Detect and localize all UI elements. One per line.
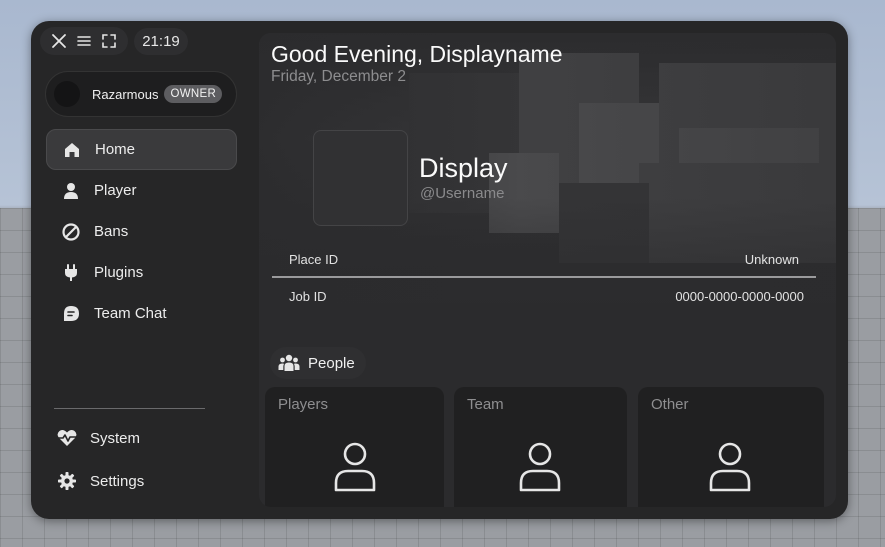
nav-item-label: Player — [94, 182, 137, 199]
nav-item-player[interactable]: Player — [46, 170, 237, 211]
place-id-label: Place ID — [289, 251, 339, 267]
ban-icon — [60, 221, 82, 243]
place-id-value: Unknown — [744, 251, 799, 267]
nav-item-label: Team Chat — [94, 305, 167, 322]
nav-item-home[interactable]: Home — [46, 129, 237, 170]
person-outline-icon — [519, 442, 561, 492]
nav-item-label: Home — [95, 141, 136, 158]
nav-item-label: Bans — [94, 223, 129, 240]
nav-item-bans[interactable]: Bans — [46, 211, 237, 252]
person-outline-icon — [334, 442, 376, 492]
job-id-value: 0000-0000-0000-0000 — [675, 288, 804, 304]
person-icon — [60, 180, 82, 202]
gear-icon — [56, 470, 78, 492]
card-title: Team — [467, 396, 504, 413]
sidebar-item-label: Settings — [90, 472, 145, 490]
close-icon[interactable] — [50, 32, 68, 50]
home-panel: Good Evening, Displayname Friday, Decemb… — [259, 33, 836, 507]
card-title: Other — [651, 396, 689, 413]
username: @Username — [420, 185, 505, 202]
avatar — [54, 81, 80, 107]
team-card[interactable]: Team — [454, 387, 627, 507]
chat-icon — [60, 303, 82, 325]
players-card[interactable]: Players — [265, 387, 444, 507]
other-card[interactable]: Other — [638, 387, 824, 507]
card-title: Players — [278, 396, 329, 413]
nav-item-team-chat[interactable]: Team Chat — [46, 293, 237, 334]
person-outline-icon — [709, 442, 751, 492]
job-id-label: Job ID — [289, 288, 327, 304]
greeting: Good Evening, Displayname — [271, 41, 563, 67]
job-id-row: Job ID 0000-0000-0000-0000 — [272, 278, 816, 314]
window-controls — [40, 27, 128, 55]
role-badge: OWNER — [164, 85, 223, 103]
clock: 21:19 — [134, 28, 188, 55]
player-thumbnail — [313, 130, 408, 226]
sidebar-item-system[interactable]: System — [56, 423, 140, 453]
home-icon — [61, 139, 83, 161]
fullscreen-icon[interactable] — [100, 32, 118, 50]
nav-item-plugins[interactable]: Plugins — [46, 252, 237, 293]
display-name: Display — [419, 153, 508, 183]
user-card[interactable]: Razarmous OWNER — [45, 71, 237, 117]
admin-window: 21:19 Razarmous OWNER Home Player Bans P… — [31, 21, 848, 519]
place-id-row: Place ID Unknown — [272, 241, 816, 277]
people-label: People — [308, 354, 355, 372]
sidebar-item-settings[interactable]: Settings — [56, 466, 144, 496]
people-section-header: People — [270, 347, 366, 379]
user-name: Razarmous — [92, 86, 159, 102]
plug-icon — [60, 262, 82, 284]
people-group-icon — [278, 352, 300, 374]
sidebar-item-label: System — [90, 429, 141, 447]
menu-icon[interactable] — [75, 32, 93, 50]
heartbeat-icon — [56, 427, 78, 449]
sidebar-divider — [54, 408, 205, 409]
current-date: Friday, December 2 — [271, 68, 406, 85]
nav-item-label: Plugins — [94, 264, 144, 281]
